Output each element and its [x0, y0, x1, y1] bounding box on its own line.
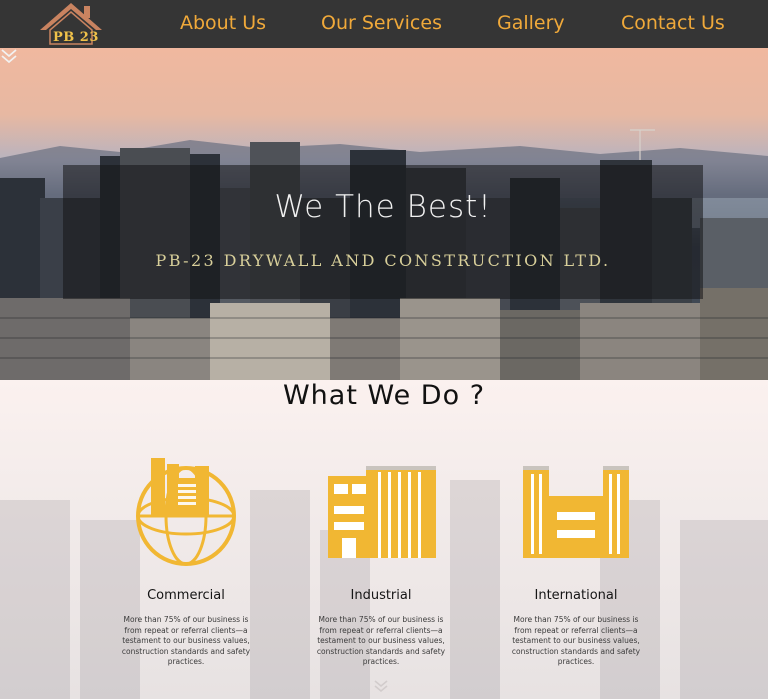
top-navbar: PB 23 About Us Our Services Gallery Cont…: [0, 0, 768, 48]
card-text: More than 75% of our business is from re…: [316, 615, 446, 667]
hero-title: We The Best!: [274, 189, 492, 225]
card-title: International: [534, 588, 618, 603]
hero-overlay: We The Best! PB-23 DRYWALL AND CONSTRUCT…: [63, 165, 703, 299]
nav-our-services[interactable]: Our Services: [321, 12, 442, 34]
card-title: Industrial: [350, 588, 412, 603]
hero-subtitle: PB-23 DRYWALL AND CONSTRUCTION LTD.: [155, 251, 611, 270]
industrial-building-icon: [328, 466, 436, 558]
nav-gallery[interactable]: Gallery: [497, 12, 565, 34]
services-section: What We Do ? Commercial More than 75% of…: [0, 380, 768, 699]
logo-text: PB 23: [53, 30, 99, 45]
card-text: More than 75% of our business is from re…: [121, 615, 251, 667]
card-title: Commercial: [147, 588, 225, 603]
nav-about-us[interactable]: About Us: [180, 12, 266, 34]
international-building-icon: [523, 466, 629, 558]
double-chevron-down-icon[interactable]: [373, 679, 389, 693]
card-text: More than 75% of our business is from re…: [511, 615, 641, 667]
nav-contact-us[interactable]: Contact Us: [621, 12, 725, 34]
section-title: What We Do ?: [282, 380, 486, 411]
hero-banner: We The Best! PB-23 DRYWALL AND CONSTRUCT…: [0, 48, 768, 380]
commercial-building-icon: [136, 458, 236, 566]
logo[interactable]: PB 23: [38, 0, 104, 48]
double-chevron-down-icon[interactable]: [0, 48, 18, 64]
